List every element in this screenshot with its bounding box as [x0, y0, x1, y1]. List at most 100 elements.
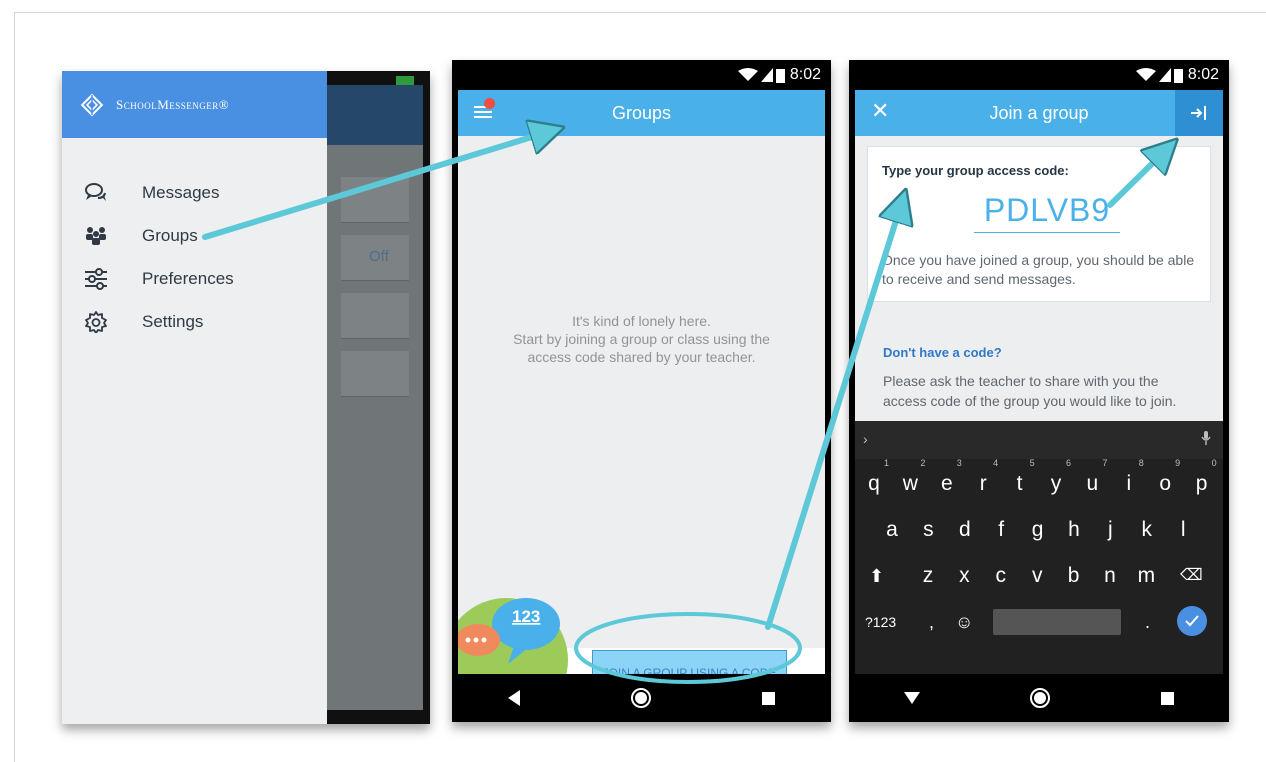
backspace-key-icon[interactable]: ⌫ [1180, 555, 1203, 597]
join-submit-button[interactable] [1175, 90, 1223, 136]
keyboard-row-1: q1w2e3r4t5y6u7i8o9p0 [855, 458, 1223, 509]
key-e[interactable]: e3 [930, 458, 964, 505]
period-key[interactable]: . [1145, 601, 1150, 643]
key-u[interactable]: u7 [1075, 458, 1109, 505]
key-label: e [940, 472, 953, 495]
key-o[interactable]: o9 [1148, 458, 1182, 505]
dimmed-row [341, 351, 409, 397]
navigation-drawer: SchoolMessenger® Messages Groups Prefere… [62, 71, 327, 724]
cell-signal-icon [1158, 68, 1171, 82]
drawer-screenshot: Off SchoolMessenger® Messages Groups Pre… [62, 71, 430, 724]
emoji-key-icon[interactable]: ☺ [955, 601, 973, 643]
access-code-input[interactable] [974, 189, 1120, 233]
key-z[interactable]: z [911, 555, 945, 597]
key-n[interactable]: n [1093, 555, 1127, 597]
key-j[interactable]: j [1093, 509, 1127, 551]
status-time: 8:02 [789, 66, 821, 83]
key-d[interactable]: d [948, 509, 982, 551]
key-s[interactable]: s [911, 509, 945, 551]
chevron-right-icon[interactable]: › [863, 431, 868, 447]
key-v[interactable]: v [1020, 555, 1054, 597]
key-k[interactable]: k [1130, 509, 1164, 551]
menu-item-groups[interactable]: Groups [62, 214, 327, 257]
app-bar: Groups [458, 90, 825, 136]
join-group-button[interactable]: JOIN A GROUP USING A CODE [592, 650, 787, 674]
recents-icon[interactable] [1160, 691, 1174, 705]
key-f[interactable]: f [984, 509, 1018, 551]
key-x[interactable]: x [947, 555, 981, 597]
key-q[interactable]: q1 [857, 458, 891, 505]
shift-key-icon[interactable]: ⬆ [869, 555, 884, 597]
comma-key[interactable]: , [929, 601, 934, 643]
key-hint: 4 [993, 458, 999, 468]
key-l[interactable]: l [1166, 509, 1200, 551]
android-nav-bar [452, 674, 831, 722]
join-group-app: Join a group ✕ Type your group access co… [855, 90, 1223, 674]
dimmed-app-bar [327, 85, 423, 145]
chat-bubbles-icon [84, 181, 108, 205]
key-label: i [1126, 472, 1132, 495]
keyboard-row-4: ?123 , ☺ . [855, 601, 1223, 647]
key-c[interactable]: c [984, 555, 1018, 597]
symbols-key[interactable]: ?123 [865, 601, 896, 643]
sliders-icon [84, 267, 108, 291]
access-code-card: Type your group access code: Once you ha… [867, 146, 1211, 302]
dimmed-toggle-value: Off [369, 248, 389, 265]
no-code-instructions: Please ask the teacher to share with you… [883, 373, 1177, 409]
key-i[interactable]: i8 [1112, 458, 1146, 505]
cell-signal-icon [760, 68, 773, 82]
key-hint: 0 [1211, 458, 1217, 468]
key-hint: 5 [1029, 458, 1035, 468]
key-hint: 6 [1065, 458, 1071, 468]
microphone-icon[interactable] [1201, 431, 1211, 448]
key-t[interactable]: t5 [1003, 458, 1037, 505]
key-label: q [868, 472, 880, 495]
key-m[interactable]: m [1129, 555, 1163, 597]
frame-border-top [14, 12, 1266, 13]
close-icon[interactable]: ✕ [871, 98, 889, 124]
page-title: Join a group [989, 103, 1089, 123]
dimmed-background-screen: Off [327, 85, 423, 710]
join-help-text: Once you have joined a group, you should… [882, 252, 1195, 287]
key-hint: 7 [1102, 458, 1108, 468]
menu-label-groups: Groups [142, 225, 198, 245]
key-w[interactable]: w2 [893, 458, 927, 505]
space-key[interactable] [993, 609, 1121, 635]
chat-illustration-icon: 123 [458, 598, 568, 674]
drawer-menu: Messages Groups Preferences Settings [62, 171, 327, 343]
battery-icon [775, 68, 785, 83]
code-field-label: Type your group access code: [882, 163, 1069, 178]
back-icon[interactable] [507, 690, 520, 706]
empty-line-1: It's kind of lonely here. [572, 313, 711, 329]
menu-item-settings[interactable]: Settings [62, 300, 327, 343]
no-code-link[interactable]: Don't have a code? [883, 345, 1002, 360]
brand-name: SchoolMessenger® [116, 96, 230, 112]
key-h[interactable]: h [1057, 509, 1091, 551]
status-bar: 8:02 [452, 60, 831, 90]
dimmed-row [341, 177, 409, 223]
menu-item-messages[interactable]: Messages [62, 171, 327, 214]
recents-icon[interactable] [762, 691, 776, 705]
key-y[interactable]: y6 [1039, 458, 1073, 505]
keyboard-row-3: ⬆ ⌫ zxcvbnm [855, 555, 1223, 601]
key-hint: 2 [920, 458, 926, 468]
key-label: w [902, 472, 918, 495]
home-icon[interactable] [630, 688, 651, 708]
key-hint: 1 [883, 458, 889, 468]
hide-keyboard-icon[interactable] [904, 692, 921, 704]
checkmark-key-icon[interactable] [1177, 606, 1207, 636]
key-p[interactable]: p0 [1185, 458, 1219, 505]
key-r[interactable]: r4 [966, 458, 1000, 505]
menu-item-preferences[interactable]: Preferences [62, 257, 327, 300]
signal-battery-icons [1135, 68, 1183, 83]
key-g[interactable]: g [1021, 509, 1055, 551]
frame-border-left [14, 12, 15, 762]
app-bar: Join a group ✕ [855, 90, 1223, 136]
status-bar: 8:02 [849, 60, 1229, 90]
key-b[interactable]: b [1057, 555, 1091, 597]
signal-battery-icons [737, 68, 785, 83]
home-icon[interactable] [1030, 688, 1051, 708]
key-hint: 3 [956, 458, 962, 468]
key-a[interactable]: a [875, 509, 909, 551]
key-label: u [1086, 472, 1099, 495]
